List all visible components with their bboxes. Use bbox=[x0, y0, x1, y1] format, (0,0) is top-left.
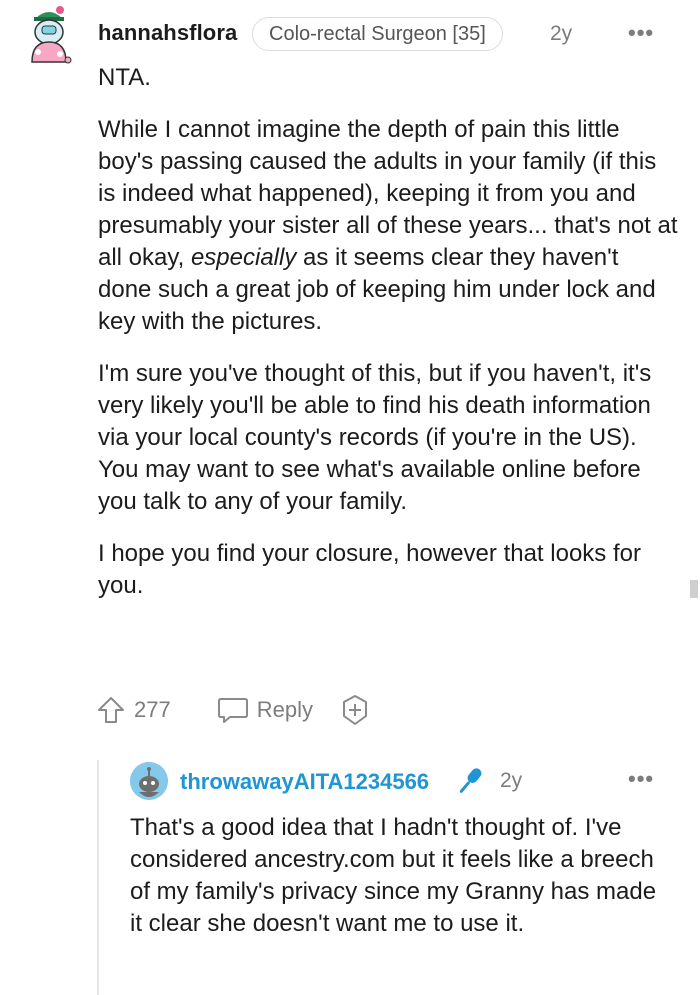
comment-body: NTA. While I cannot imagine the depth of… bbox=[98, 62, 678, 602]
award-button[interactable] bbox=[339, 694, 371, 726]
speech-bubble-icon bbox=[217, 695, 249, 725]
reply-button[interactable]: Reply bbox=[217, 695, 313, 725]
user-avatar[interactable] bbox=[24, 4, 74, 68]
scrollbar-thumb[interactable] bbox=[690, 580, 698, 598]
comment-paragraph: NTA. bbox=[98, 64, 151, 91]
reply-body: That's a good idea that I hadn't thought… bbox=[130, 814, 657, 937]
emphasis-text: especially bbox=[190, 244, 297, 271]
reply-username[interactable]: throwawayAITA1234566 bbox=[180, 769, 429, 795]
comment-actions: 277 Reply bbox=[96, 690, 371, 730]
reply-age: 2y bbox=[500, 769, 523, 792]
upvote-arrow-icon[interactable] bbox=[96, 695, 126, 725]
comment-paragraph: I hope you find your closure, however th… bbox=[98, 540, 641, 599]
upvote-count: 277 bbox=[134, 697, 171, 722]
more-options-button[interactable]: ••• bbox=[628, 20, 654, 46]
reply-label: Reply bbox=[256, 697, 313, 722]
comment-paragraph: While I cannot imagine the depth of pain… bbox=[98, 114, 678, 338]
upvote-button[interactable]: 277 bbox=[96, 695, 171, 725]
comment-paragraph: I'm sure you've thought of this, but if … bbox=[98, 360, 652, 515]
microphone-icon bbox=[453, 764, 487, 803]
user-flair: Colo-rectal Surgeon [35] bbox=[252, 17, 503, 51]
reply-avatar[interactable] bbox=[130, 762, 168, 800]
comment-age: 2y bbox=[550, 22, 573, 45]
award-plus-icon[interactable] bbox=[339, 694, 371, 726]
reply-more-options-button[interactable]: ••• bbox=[628, 766, 654, 792]
thread-line[interactable] bbox=[97, 760, 99, 995]
comment-username[interactable]: hannahsflora bbox=[98, 20, 237, 46]
